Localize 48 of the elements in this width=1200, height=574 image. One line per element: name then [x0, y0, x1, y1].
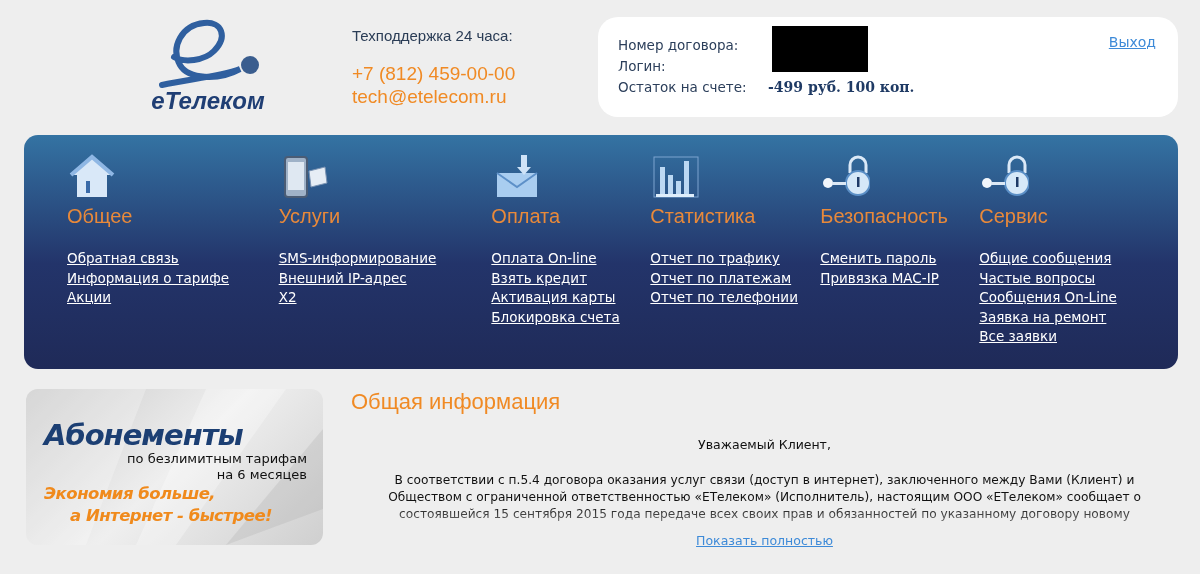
support-label: Техподдержка 24 часа: — [352, 27, 513, 44]
nav-link[interactable]: Акции — [67, 288, 112, 308]
nav-link[interactable]: Частые вопросы — [979, 268, 1096, 289]
nav-link[interactable]: Отчет по платежам — [650, 268, 792, 289]
nav-link[interactable]: Отчет по телефонии — [650, 288, 798, 308]
logo: еТелеком — [148, 17, 268, 117]
nav-link[interactable]: SMS-информирование — [278, 249, 437, 269]
lock-key-icon — [820, 153, 871, 199]
nav-link[interactable]: Отчет по трафику — [650, 249, 780, 269]
support-email: tech@etelecom.ru — [352, 85, 507, 108]
field-label: Логин: — [618, 57, 667, 74]
house-icon — [67, 153, 117, 199]
banner-subtitle: на 6 месяцев — [216, 467, 307, 483]
notice-paragraph: В соответствии с п.5.4 договора оказания услуг связи (доступ в интернет), заключенного между Вами (Клиент) и Обществом с ограниченной ответственностью «ЕТелеком» (Исполнитель), настоящим ООО «ЕТелеком» сообщает о состоявшейся 15 сентября 2015 года передаче всех своих прав и обязанностей по указанному договору новому — [387, 472, 1142, 523]
nav-link[interactable]: Оплата On-line — [491, 249, 597, 269]
nav-link[interactable]: Заявка на ремонт — [979, 307, 1107, 328]
banner-slogan: а Интернет - быстрее! — [69, 505, 273, 527]
nav-link[interactable]: Взять кредит — [491, 268, 587, 289]
banner-title: Абонементы — [44, 419, 243, 451]
logout-link[interactable]: Выход — [1108, 34, 1156, 50]
banner-subtitle: по безлимитным тарифам — [127, 451, 307, 467]
nav-link[interactable]: Общие сообщения — [979, 249, 1112, 269]
bar-chart-icon — [650, 153, 701, 199]
field-label: Номер договора: — [618, 36, 740, 53]
promo-banner[interactable]: Абонементы по безлимитным тарифам на 6 месяцев Экономия больше, а Интернет - быстрее! — [26, 389, 323, 545]
section-title: Общее — [67, 205, 133, 228]
balance-value: -499 руб. 100 коп. — [768, 78, 915, 95]
nav-link[interactable]: Привязка MAC-IP — [820, 268, 939, 289]
section-title: Услуги — [278, 205, 341, 228]
section-title: Статистика — [650, 205, 756, 228]
section-heading: Общая информация — [351, 389, 562, 415]
nav-link[interactable]: Все заявки — [979, 327, 1057, 347]
nav-link[interactable]: X2 — [278, 288, 297, 308]
lock-key-icon — [979, 153, 1030, 199]
section-title: Безопасность — [820, 205, 948, 228]
greeting-text: Уважаемый Клиент, — [698, 437, 831, 452]
support-phone: +7 (812) 459-00-00 — [352, 62, 516, 85]
section-title: Оплата — [491, 205, 561, 228]
nav-link[interactable]: Сменить пароль — [820, 249, 937, 269]
banner-slogan: Экономия больше, — [44, 483, 216, 505]
section-title: Сервис — [979, 205, 1048, 228]
nav-link[interactable]: Сообщения On-Line — [979, 288, 1117, 308]
nav-link[interactable]: Информация о тарифе — [67, 268, 229, 289]
nav-link[interactable]: Обратная связь — [67, 249, 179, 269]
nav-link[interactable]: Внешний IP-адрес — [278, 268, 407, 289]
nav-link[interactable]: Блокировка счета — [491, 307, 620, 328]
field-label: Остаток на счете: — [618, 78, 748, 95]
nav-link[interactable]: Активация карты — [491, 288, 616, 308]
